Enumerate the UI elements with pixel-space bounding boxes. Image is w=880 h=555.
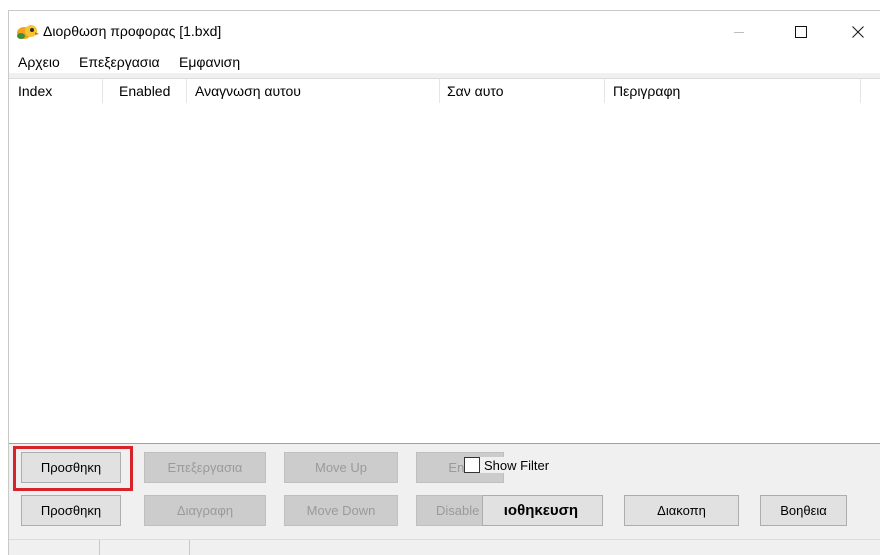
status-bar bbox=[9, 539, 880, 555]
show-filter-label: Show Filter bbox=[484, 457, 550, 473]
column-label-enabled: Enabled bbox=[119, 83, 171, 99]
column-label-description: Περιγραφη bbox=[613, 83, 681, 99]
delete-button[interactable]: Διαγραφη bbox=[144, 495, 266, 526]
status-cell-1 bbox=[9, 540, 100, 555]
help-button[interactable]: Βοηθεια bbox=[760, 495, 847, 526]
minimize-icon[interactable] bbox=[716, 11, 762, 53]
column-header-description[interactable]: Περιγραφη bbox=[605, 79, 861, 103]
column-header-read-this[interactable]: Αναγνωση αυτου bbox=[187, 79, 440, 103]
highlight-annotation bbox=[13, 446, 133, 491]
show-filter-checkbox[interactable]: Show Filter bbox=[464, 457, 554, 473]
column-label-index: Index bbox=[18, 83, 53, 99]
title-bar[interactable]: Διορθωση προφορας [1.bxd] bbox=[9, 11, 880, 53]
maximize-icon[interactable] bbox=[778, 11, 824, 53]
checkbox-box[interactable] bbox=[464, 457, 480, 473]
column-label-like-this: Σαν αυτο bbox=[447, 83, 504, 99]
status-cell-2 bbox=[99, 540, 190, 555]
column-label-read-this: Αναγνωση αυτου bbox=[195, 83, 301, 99]
menu-bar: Αρχειο Επεξεργασια Εμφανιση bbox=[9, 53, 880, 73]
edit-button[interactable]: Επεξεργασια bbox=[144, 452, 266, 483]
window-title: Διορθωση προφορας [1.bxd] bbox=[43, 23, 222, 39]
move-up-button[interactable]: Move Up bbox=[284, 452, 398, 483]
menu-edit[interactable]: Επεξεργασια bbox=[79, 54, 160, 70]
add-button-bottom[interactable]: Προσθηκη bbox=[21, 495, 121, 526]
save-button[interactable]: ιοθηκευση bbox=[482, 495, 603, 526]
menu-view[interactable]: Εμφανιση bbox=[179, 54, 240, 70]
column-header-enabled[interactable]: Enabled bbox=[103, 79, 187, 103]
menu-file[interactable]: Αρχειο bbox=[18, 54, 60, 70]
move-down-button[interactable]: Move Down bbox=[284, 495, 398, 526]
cancel-button[interactable]: Διακοπη bbox=[624, 495, 739, 526]
entries-list[interactable]: Index Enabled Αναγνωση αυτου Σαν αυτο Πε… bbox=[9, 78, 880, 444]
column-header-index[interactable]: Index bbox=[9, 79, 103, 103]
close-icon[interactable] bbox=[835, 11, 880, 53]
main-window: Διορθωση προφορας [1.bxd] Αρχειο Επεξεργ… bbox=[8, 10, 880, 555]
app-parrot-icon bbox=[15, 22, 39, 42]
column-header-like-this[interactable]: Σαν αυτο bbox=[440, 79, 605, 103]
